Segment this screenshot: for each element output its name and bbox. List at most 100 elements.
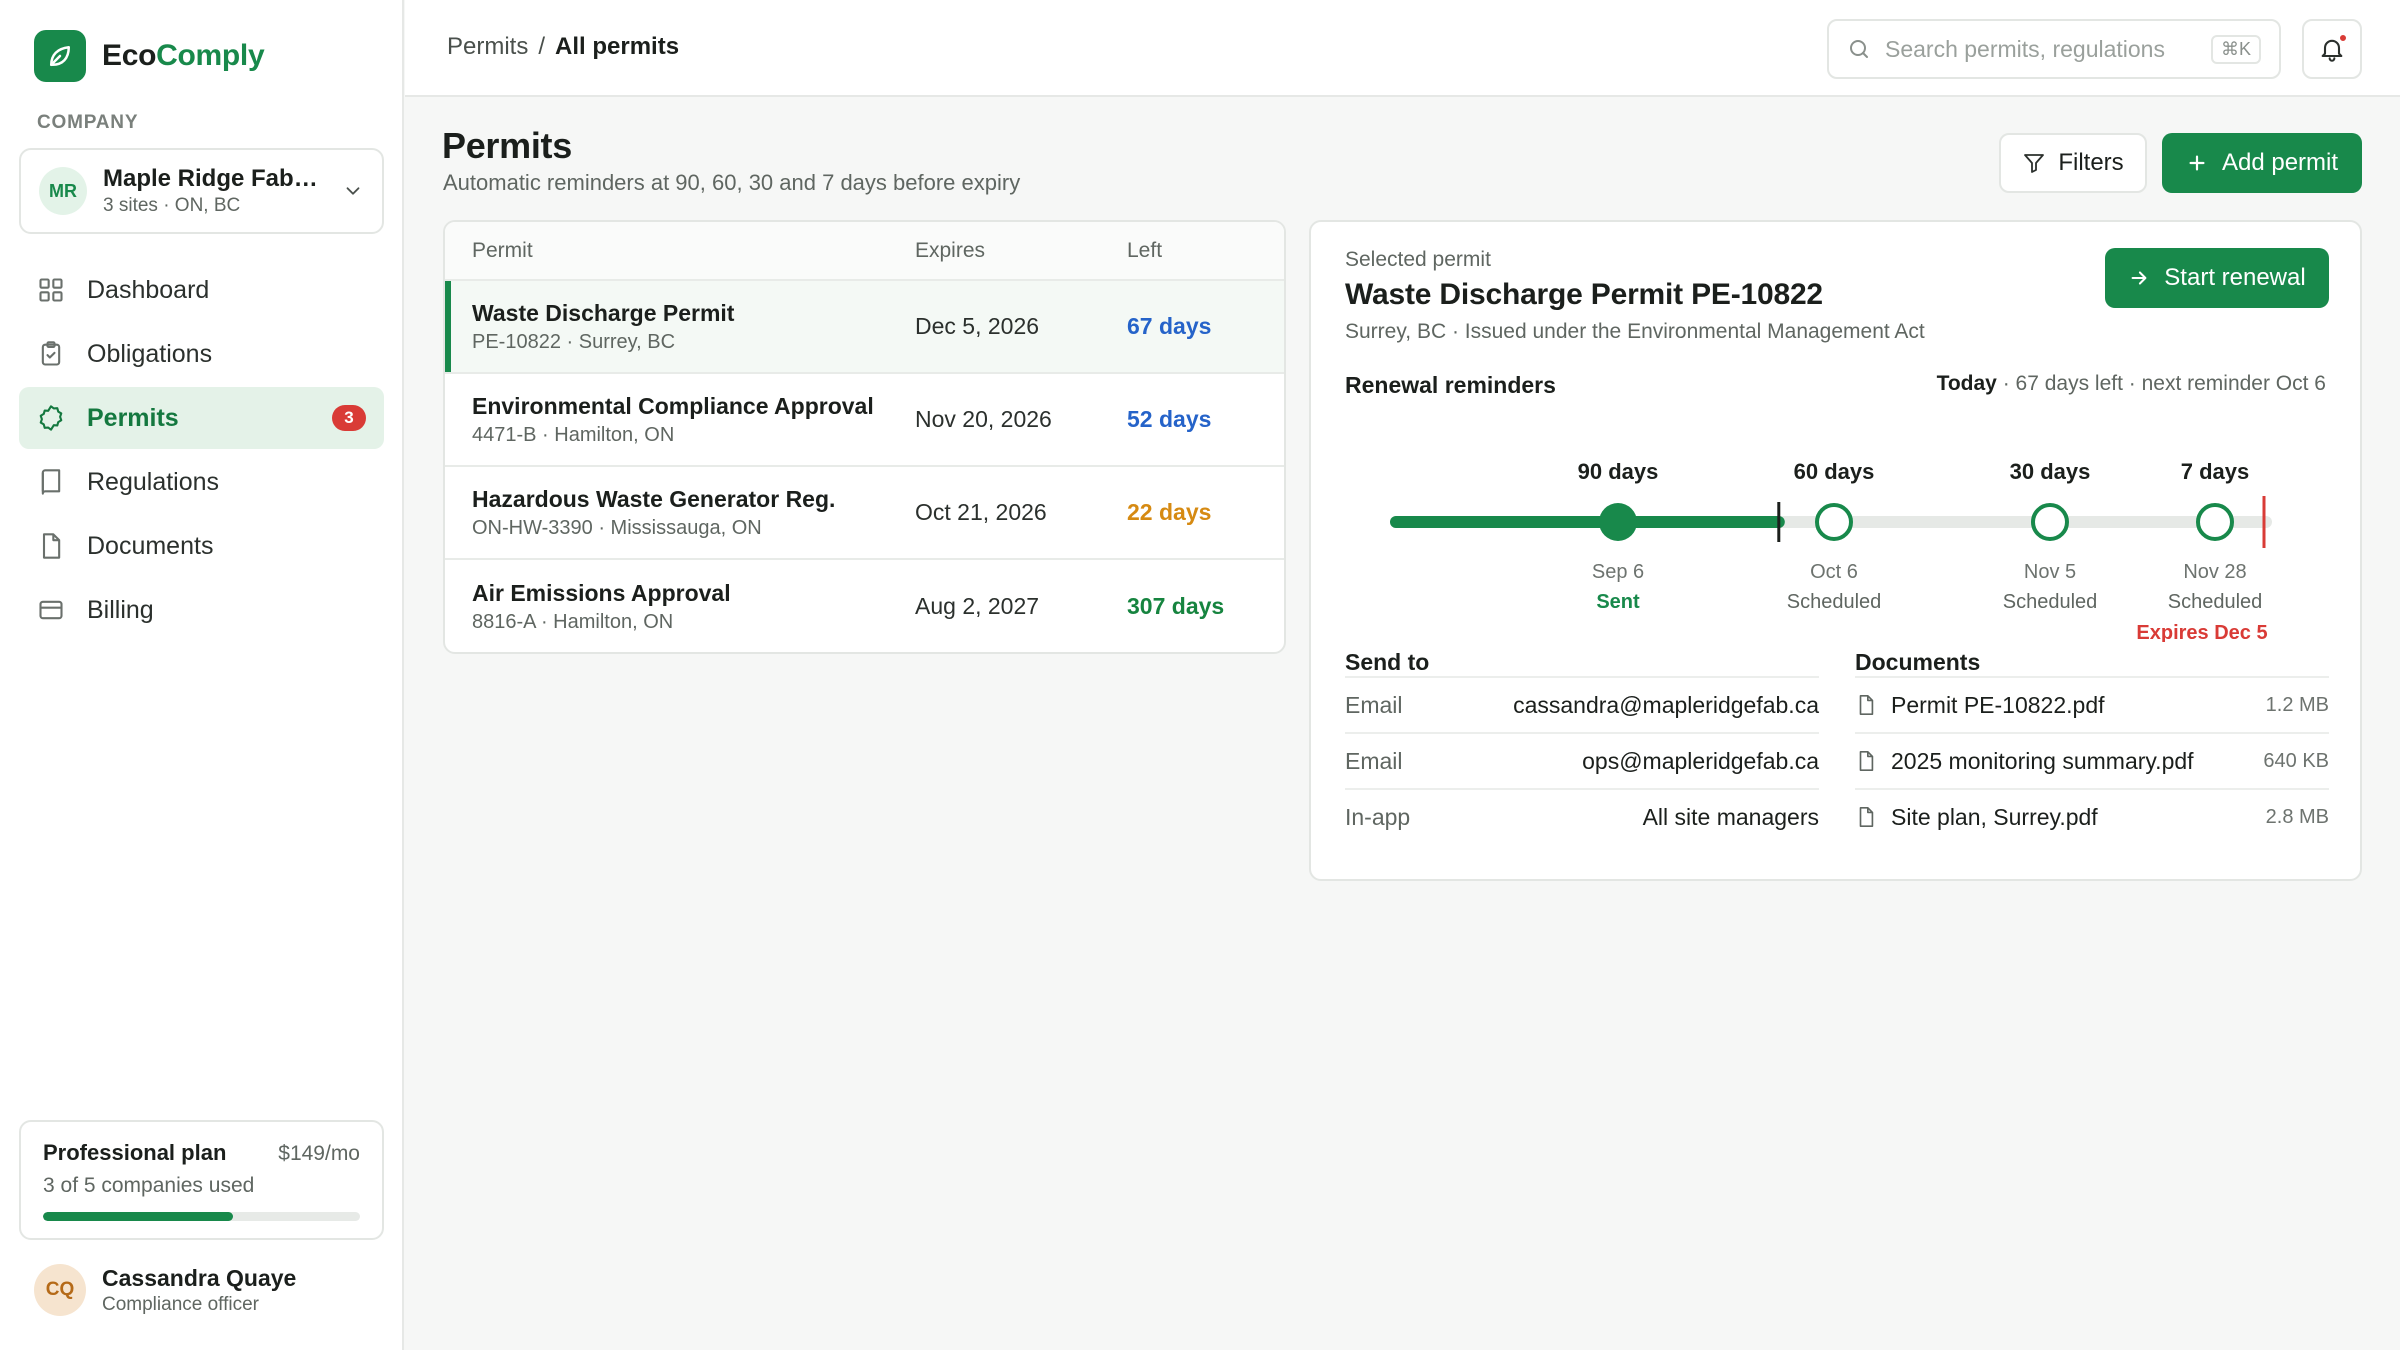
milestone-status: Scheduled [1787, 591, 1882, 613]
permit-days-left: 67 days [1127, 313, 1212, 339]
permit-name: Environmental Compliance Approval [472, 392, 874, 419]
page-title: Permits [442, 125, 572, 166]
arrow-right-icon [2131, 271, 2147, 285]
company-switcher[interactable]: MR Maple Ridge Fabrication 3 sites · ON,… [19, 148, 384, 234]
clipboard-icon [41, 341, 61, 366]
document-row[interactable]: 2025 monitoring summary.pdf 640 KB [1855, 732, 2329, 788]
sidebar-item-permits[interactable]: Permits 3 [19, 387, 384, 449]
table-row[interactable]: Waste Discharge Permit PE-10822 · Surrey… [445, 281, 1284, 374]
column-expires[interactable]: Expires [915, 239, 1127, 263]
today-summary: · 67 days left · next reminder Oct 6 [1996, 372, 2326, 395]
recipient-row[interactable]: Email cassandra@mapleridgefab.ca [1345, 676, 1819, 732]
detail-label: Selected permit [1345, 248, 1491, 271]
reminders-title: Renewal reminders [1345, 372, 1556, 398]
sidebar-item-documents[interactable]: Documents [19, 515, 384, 577]
card-icon [39, 600, 63, 620]
milestone-scheduled-marker [1815, 503, 1853, 541]
milestone-date: Nov 28 [2183, 561, 2246, 583]
search-icon [1850, 40, 1868, 58]
permit-expires: Oct 21, 2026 [915, 499, 1047, 525]
table-row[interactable]: Air Emissions Approval 8816-A · Hamilton… [445, 560, 1284, 652]
sidebar-item-label: Documents [87, 531, 214, 560]
file-icon [1859, 807, 1874, 827]
sidebar-item-billing[interactable]: Billing [19, 579, 384, 641]
recipient-value: cassandra@mapleridgefab.ca [1513, 691, 1819, 718]
milestone-status: Scheduled [2168, 591, 2263, 613]
sidebar-item-regulations[interactable]: Regulations [19, 451, 384, 513]
document-name: Site plan, Surrey.pdf [1891, 803, 2098, 830]
breadcrumb: Permits / All permits [447, 33, 679, 61]
document-row[interactable]: Site plan, Surrey.pdf 2.8 MB [1855, 788, 2329, 844]
recipient-channel: In-app [1345, 803, 1411, 830]
send-to-title: Send to [1345, 649, 1430, 675]
company-avatar: MR [39, 167, 87, 215]
permits-table: Permit Expires Left Waste Discharge Perm… [443, 220, 1286, 654]
sidebar-item-label: Dashboard [87, 275, 210, 304]
recipient-channel: Email [1345, 747, 1403, 774]
permit-meta: PE-10822 · Surrey, BC [472, 330, 676, 353]
reminder-timeline: 90 days Sep 6 Sent 60 days Oct 6 Scheduled 30 … [1390, 459, 2272, 642]
plan-name: Professional plan [43, 1140, 227, 1165]
permit-expires: Nov 20, 2026 [915, 406, 1052, 432]
column-permit[interactable]: Permit [445, 239, 915, 263]
badge-icon [39, 405, 63, 431]
documents-section: Documents Permit PE-10822.pdf 1.2 MB 202… [1855, 649, 2329, 844]
plan-card[interactable]: Professional plan $149/mo 3 of 5 compani… [19, 1120, 384, 1240]
search-box[interactable]: ⌘K [1827, 19, 2281, 79]
search-input[interactable] [1885, 35, 2197, 63]
plan-usage-bar [43, 1212, 360, 1221]
brand-name: EcoComply [102, 39, 265, 72]
start-renewal-button[interactable]: Start renewal [2105, 248, 2329, 308]
grid-icon [39, 278, 63, 302]
add-permit-button[interactable]: Add permit [2162, 133, 2362, 193]
milestone-date: Nov 5 [2024, 561, 2076, 583]
leaf-icon [34, 30, 86, 82]
page-subtitle: Automatic reminders at 90, 60, 30 and 7 … [443, 170, 1021, 195]
permit-meta: 4471-B · Hamilton, ON [472, 423, 675, 446]
today-label: Today [1936, 372, 1997, 395]
sidebar-item-label: Regulations [87, 467, 220, 496]
company-name: Maple Ridge Fabrication [103, 165, 326, 192]
sidebar-item-dashboard[interactable]: Dashboard [19, 259, 384, 321]
book-icon [41, 469, 61, 495]
sidebar-item-obligations[interactable]: Obligations [19, 323, 384, 385]
permit-meta: 8816-A · Hamilton, ON [472, 610, 674, 633]
recipient-row[interactable]: Email ops@mapleridgefab.ca [1345, 732, 1819, 788]
notifications-button[interactable] [2302, 19, 2362, 79]
sidebar-nav: Dashboard Obligations Permits 3 Regulati… [19, 259, 384, 643]
user-profile[interactable]: CQ Cassandra Quaye Compliance officer [34, 1264, 296, 1316]
filters-button[interactable]: Filters [1999, 133, 2147, 193]
document-name: Permit PE-10822.pdf [1891, 691, 2105, 718]
reminders-today: Today · 67 days left · next reminder Oct… [1937, 372, 2326, 396]
permits-count-badge: 3 [332, 405, 366, 431]
milestone-scheduled-marker [2196, 503, 2234, 541]
app-root: EcoComply COMPANY MR Maple Ridge Fabrica… [0, 0, 2400, 1350]
breadcrumb-separator: / [538, 33, 546, 60]
recipient-row[interactable]: In-app All site managers [1345, 788, 1819, 844]
table-row[interactable]: Environmental Compliance Approval 4471-B… [445, 374, 1284, 467]
sidebar-item-label: Permits [87, 403, 179, 432]
milestone-sent-marker [1599, 503, 1637, 541]
sidebar: EcoComply COMPANY MR Maple Ridge Fabrica… [0, 0, 404, 1350]
chevron-down-icon [346, 187, 360, 195]
column-left[interactable]: Left [1127, 239, 1277, 263]
file-icon [1859, 751, 1874, 771]
milestone-scheduled-marker [2031, 503, 2069, 541]
company-section-label: COMPANY [37, 112, 139, 133]
detail-subtitle: Surrey, BC · Issued under the Environmen… [1345, 320, 1925, 343]
permit-days-left: 22 days [1127, 499, 1212, 525]
permit-meta: ON-HW-3390 · Mississauga, ON [472, 516, 762, 539]
document-row[interactable]: Permit PE-10822.pdf 1.2 MB [1855, 676, 2329, 732]
breadcrumb-permits[interactable]: Permits [447, 33, 528, 61]
expires-label: Expires Dec 5 [2136, 622, 2267, 642]
sidebar-item-label: Obligations [87, 339, 213, 368]
table-row[interactable]: Hazardous Waste Generator Reg. ON-HW-339… [445, 467, 1284, 560]
plan-usage: 3 of 5 companies used [43, 1174, 255, 1197]
table-header: Permit Expires Left [445, 222, 1284, 281]
file-icon [42, 533, 61, 559]
plan-price: $149/mo [278, 1142, 360, 1165]
milestone-status: Scheduled [2003, 591, 2098, 613]
document-size: 2.8 MB [2265, 805, 2329, 828]
brand[interactable]: EcoComply [34, 30, 265, 82]
documents-title: Documents [1855, 649, 1981, 675]
